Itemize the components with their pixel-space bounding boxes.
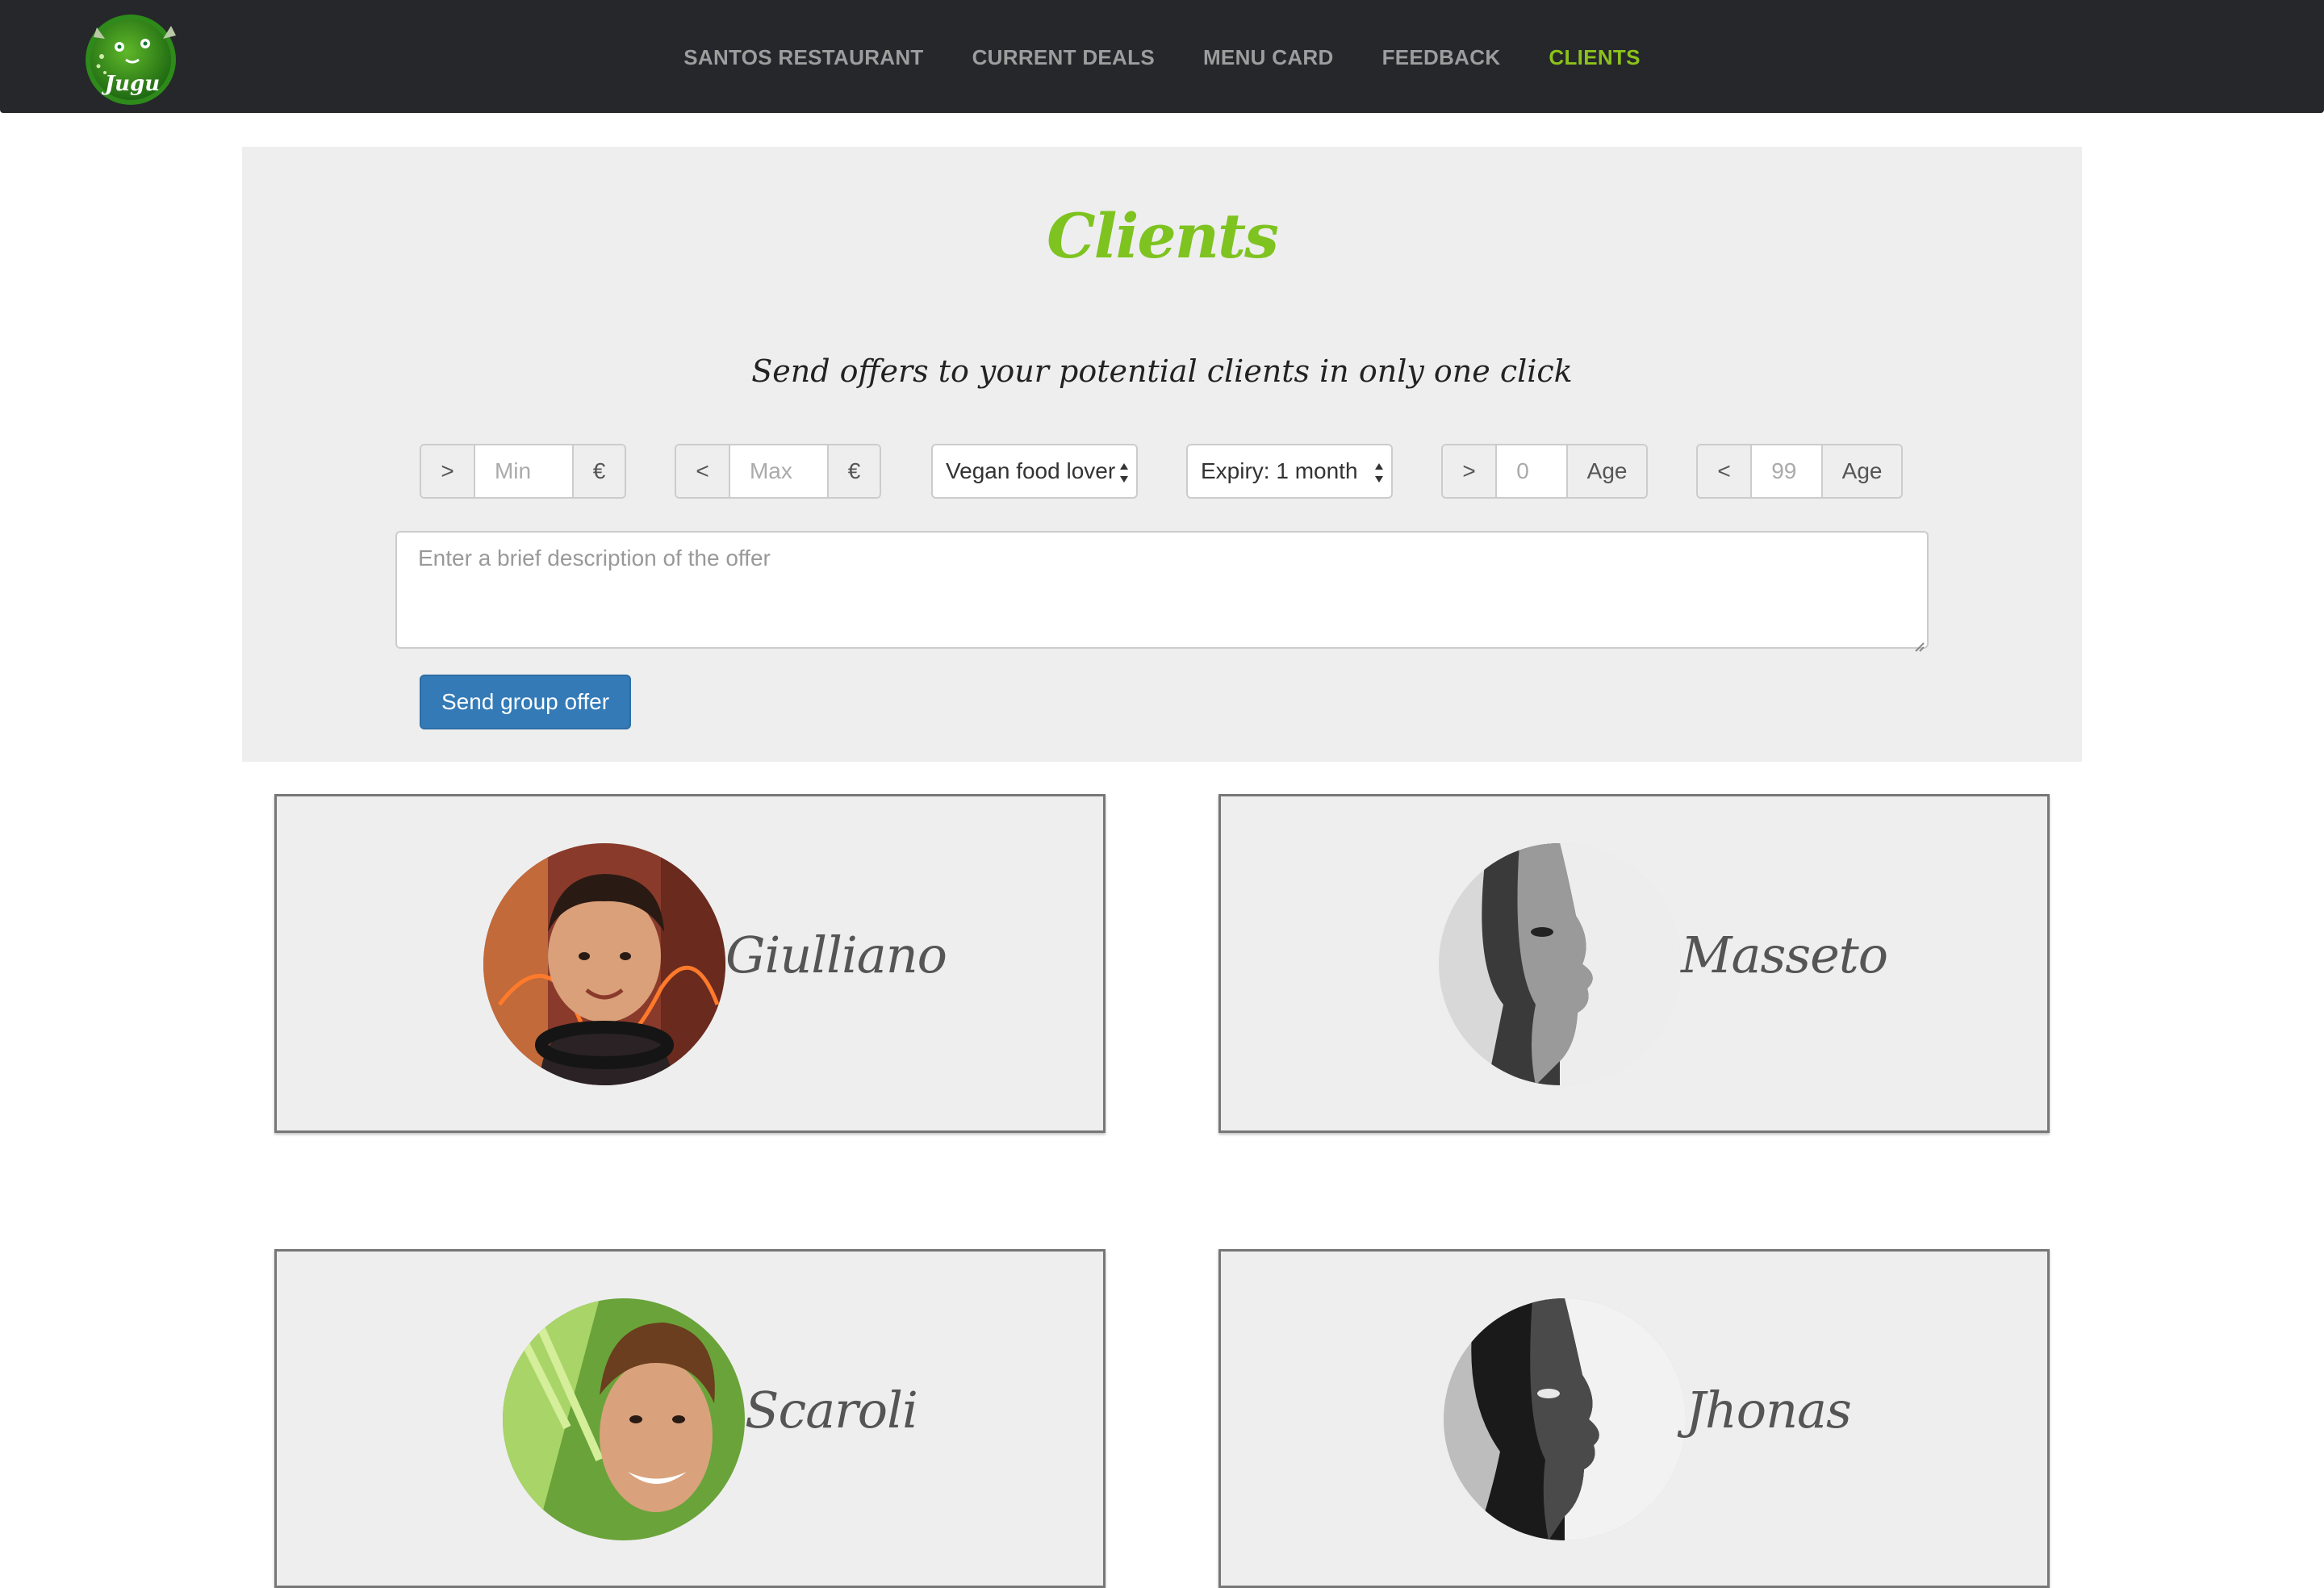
max-age-input[interactable] bbox=[1752, 445, 1822, 497]
resize-grip-icon[interactable] bbox=[1912, 633, 1925, 652]
nav-link-menu-card[interactable]: MENU CARD bbox=[1203, 45, 1334, 70]
max-price-input[interactable] bbox=[729, 445, 827, 497]
client-avatar bbox=[503, 1298, 745, 1540]
client-name: Masseto bbox=[1681, 926, 1888, 984]
less-than-addon: < bbox=[676, 445, 730, 497]
client-name: Giulliano bbox=[725, 926, 947, 984]
client-avatar bbox=[1439, 843, 1681, 1085]
send-group-offer-button[interactable]: Send group offer bbox=[420, 675, 631, 729]
client-card-scaroli[interactable]: Scaroli bbox=[274, 1249, 1106, 1588]
greater-than-addon: > bbox=[1443, 445, 1498, 497]
description-placeholder: Enter a brief description of the offer bbox=[418, 545, 771, 570]
offer-panel: Clients Send offers to your potential cl… bbox=[242, 147, 2082, 762]
max-price-group: < € bbox=[675, 444, 881, 499]
offer-description-textarea[interactable]: Enter a brief description of the offer bbox=[395, 531, 1929, 652]
nav-link-feedback[interactable]: FEEDBACK bbox=[1382, 45, 1501, 70]
client-card-masseto[interactable]: Masseto bbox=[1218, 794, 2050, 1133]
expiry-selected-value: Expiry: 1 month bbox=[1201, 458, 1358, 483]
client-name: Scaroli bbox=[745, 1381, 918, 1440]
age-addon: Age bbox=[1566, 445, 1646, 497]
min-price-group: > € bbox=[420, 444, 626, 499]
expiry-select[interactable]: Expiry: 1 month bbox=[1186, 444, 1393, 499]
client-card-jhonas[interactable]: Jhonas bbox=[1218, 1249, 2050, 1588]
euro-addon: € bbox=[571, 445, 625, 497]
category-selected-value: Vegan food lover bbox=[946, 458, 1116, 483]
min-age-input[interactable] bbox=[1497, 445, 1567, 497]
page-subtitle: Send offers to your potential clients in… bbox=[751, 353, 1573, 389]
nav-link-current-deals[interactable]: CURRENT DEALS bbox=[972, 45, 1155, 70]
select-arrows-icon bbox=[1118, 460, 1130, 486]
nav-link-clients[interactable]: CLIENTS bbox=[1549, 45, 1640, 70]
euro-addon: € bbox=[826, 445, 880, 497]
main-nav: SANTOS RESTAURANT CURRENT DEALS MENU CAR… bbox=[0, 0, 2324, 113]
min-price-input[interactable] bbox=[474, 445, 572, 497]
page-title: Clients bbox=[1047, 200, 1279, 272]
select-arrows-icon bbox=[1373, 460, 1385, 486]
max-age-group: < Age bbox=[1696, 444, 1903, 499]
client-avatar bbox=[483, 843, 725, 1085]
min-age-group: > Age bbox=[1441, 444, 1648, 499]
client-category-select[interactable]: Vegan food lover bbox=[931, 444, 1138, 499]
less-than-addon: < bbox=[1698, 445, 1753, 497]
greater-than-addon: > bbox=[421, 445, 475, 497]
client-avatar bbox=[1444, 1298, 1686, 1540]
age-addon: Age bbox=[1821, 445, 1901, 497]
client-card-giulliano[interactable]: Giulliano bbox=[274, 794, 1106, 1133]
nav-link-santos-restaurant[interactable]: SANTOS RESTAURANT bbox=[683, 45, 923, 70]
top-navbar: Jugu SANTOS RESTAURANT CURRENT DEALS MEN… bbox=[0, 0, 2324, 113]
client-name: Jhonas bbox=[1686, 1381, 1852, 1440]
